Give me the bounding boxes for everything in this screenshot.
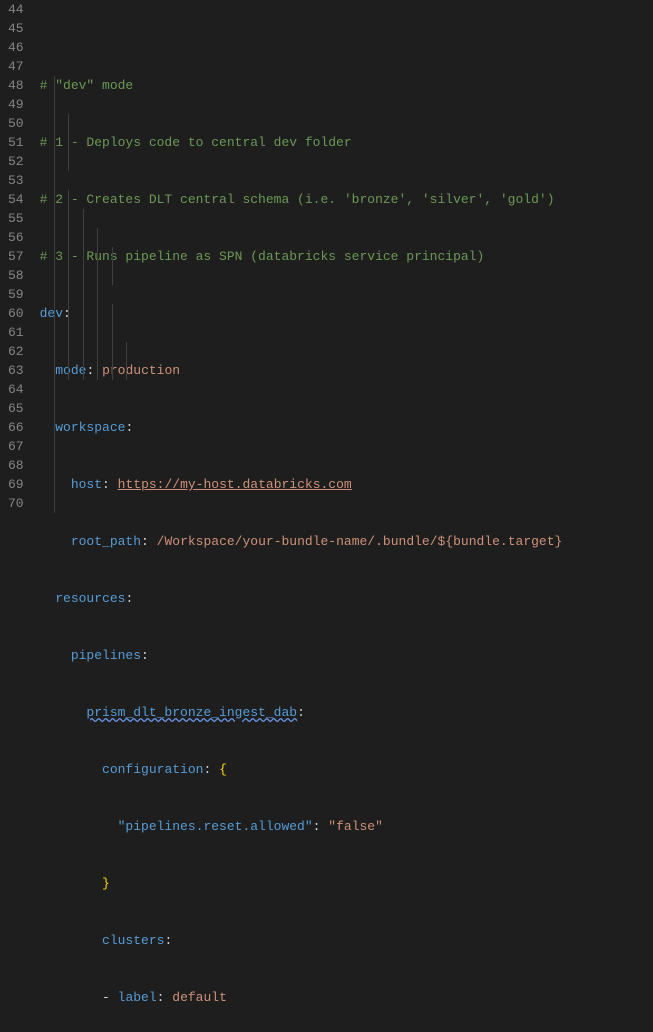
- yaml-value-url: https://my-host.databricks.com: [118, 477, 352, 492]
- line-number: 55: [8, 209, 24, 228]
- line-number: 53: [8, 171, 24, 190]
- comment-text: # 1 - Deploys code to central dev folder: [40, 135, 352, 150]
- code-line[interactable]: configuration: {: [40, 760, 653, 779]
- line-number: 48: [8, 76, 24, 95]
- line-number: 66: [8, 418, 24, 437]
- line-number: 44: [8, 0, 24, 19]
- code-area[interactable]: # "dev" mode # 1 - Deploys code to centr…: [40, 0, 653, 516]
- line-number: 59: [8, 285, 24, 304]
- line-number: 67: [8, 437, 24, 456]
- yaml-value: /Workspace/your-bundle-name/.bundle/${bu…: [157, 534, 563, 549]
- code-line[interactable]: # 2 - Creates DLT central schema (i.e. '…: [40, 190, 653, 209]
- line-number: 69: [8, 475, 24, 494]
- close-brace: }: [102, 876, 110, 891]
- code-editor: 44 45 46 47 48 49 50 51 52 53 54 55 56 5…: [0, 0, 653, 516]
- line-number: 46: [8, 38, 24, 57]
- yaml-key: "pipelines.reset.allowed": [118, 819, 313, 834]
- code-line[interactable]: root_path: /Workspace/your-bundle-name/.…: [40, 532, 653, 551]
- code-line[interactable]: - label: default: [40, 988, 653, 1007]
- comment-text: # "dev" mode: [40, 78, 134, 93]
- yaml-value: production: [102, 363, 180, 378]
- yaml-key: pipelines: [71, 648, 141, 663]
- open-brace: {: [219, 762, 227, 777]
- colon: :: [157, 990, 165, 1005]
- code-line[interactable]: prism_dlt_bronze_ingest_dab:: [40, 703, 653, 722]
- line-number: 51: [8, 133, 24, 152]
- colon: :: [141, 534, 149, 549]
- line-number: 49: [8, 95, 24, 114]
- line-number: 58: [8, 266, 24, 285]
- yaml-value: default: [172, 990, 227, 1005]
- colon: :: [125, 591, 133, 606]
- colon: :: [102, 477, 110, 492]
- colon: :: [297, 705, 305, 720]
- code-line[interactable]: pipelines:: [40, 646, 653, 665]
- yaml-key: host: [71, 477, 102, 492]
- line-number: 50: [8, 114, 24, 133]
- yaml-key: resources: [55, 591, 125, 606]
- colon: :: [203, 762, 211, 777]
- line-number: 65: [8, 399, 24, 418]
- line-number: 45: [8, 19, 24, 38]
- yaml-key: mode: [55, 363, 86, 378]
- line-number: 56: [8, 228, 24, 247]
- line-number: 47: [8, 57, 24, 76]
- colon: :: [63, 306, 71, 321]
- colon: :: [141, 648, 149, 663]
- code-line[interactable]: host: https://my-host.databricks.com: [40, 475, 653, 494]
- code-line[interactable]: # 3 - Runs pipeline as SPN (databricks s…: [40, 247, 653, 266]
- line-number: 52: [8, 152, 24, 171]
- line-number: 61: [8, 323, 24, 342]
- yaml-key: root_path: [71, 534, 141, 549]
- yaml-key: dev: [40, 306, 63, 321]
- line-number: 60: [8, 304, 24, 323]
- yaml-value: "false": [328, 819, 383, 834]
- code-line[interactable]: clusters:: [40, 931, 653, 950]
- line-number: 63: [8, 361, 24, 380]
- code-line[interactable]: }: [40, 874, 653, 893]
- code-line[interactable]: workspace:: [40, 418, 653, 437]
- comment-text: # 3 - Runs pipeline as SPN (databricks s…: [40, 249, 485, 264]
- colon: :: [86, 363, 94, 378]
- line-number-gutter: 44 45 46 47 48 49 50 51 52 53 54 55 56 5…: [0, 0, 40, 516]
- code-line[interactable]: resources:: [40, 589, 653, 608]
- line-number: 64: [8, 380, 24, 399]
- colon: :: [164, 933, 172, 948]
- line-number: 70: [8, 494, 24, 513]
- comment-text: # 2 - Creates DLT central schema (i.e. '…: [40, 192, 555, 207]
- colon: :: [125, 420, 133, 435]
- line-number: 54: [8, 190, 24, 209]
- code-line[interactable]: # 1 - Deploys code to central dev folder: [40, 133, 653, 152]
- colon: :: [313, 819, 321, 834]
- yaml-key: label: [118, 990, 157, 1005]
- code-line[interactable]: # "dev" mode: [40, 76, 653, 95]
- line-number: 68: [8, 456, 24, 475]
- code-line[interactable]: dev:: [40, 304, 653, 323]
- yaml-key: configuration: [102, 762, 203, 777]
- code-line[interactable]: mode: production: [40, 361, 653, 380]
- code-line[interactable]: "pipelines.reset.allowed": "false": [40, 817, 653, 836]
- dash: -: [102, 990, 118, 1005]
- yaml-key: workspace: [55, 420, 125, 435]
- yaml-key: clusters: [102, 933, 164, 948]
- line-number: 62: [8, 342, 24, 361]
- yaml-key: prism_dlt_bronze_ingest_dab: [86, 705, 297, 720]
- line-number: 57: [8, 247, 24, 266]
